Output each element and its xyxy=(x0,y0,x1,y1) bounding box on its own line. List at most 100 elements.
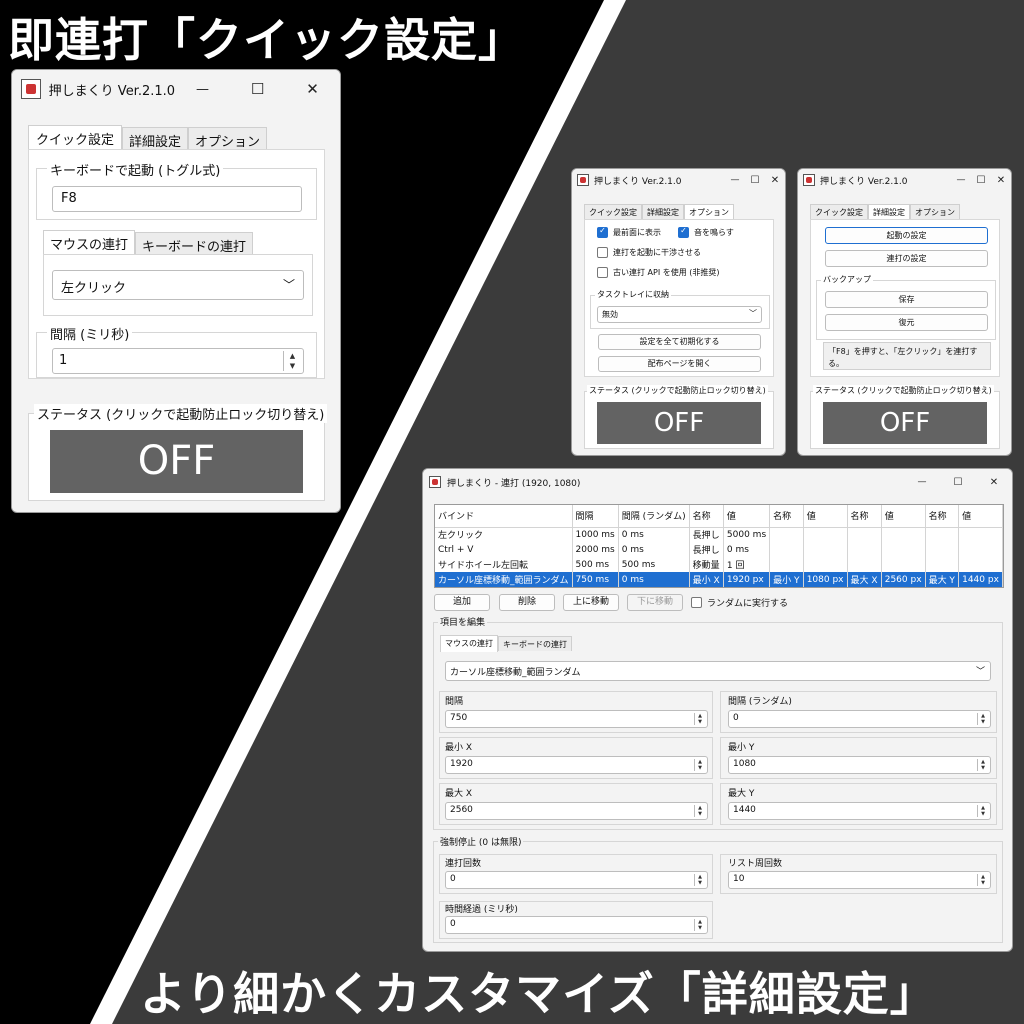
launch-settings-button[interactable]: 起動の設定 xyxy=(825,227,988,244)
tab-detail[interactable]: 詳細設定 xyxy=(122,127,189,150)
tab-options[interactable]: オプション xyxy=(684,204,734,220)
random-exec-box[interactable] xyxy=(691,597,702,608)
minimize-icon[interactable]: — xyxy=(725,175,745,185)
elapsed-stepper[interactable]: 0 ▲ ▼ xyxy=(445,916,708,934)
minimize-icon[interactable]: — xyxy=(951,175,971,185)
status-toggle[interactable]: OFF xyxy=(50,430,303,493)
delete-button[interactable]: 削除 xyxy=(499,594,555,611)
title-bar[interactable]: 押しまくり Ver.2.1.0 — ☐ ✕ xyxy=(572,169,785,191)
subtab-mouse[interactable]: マウスの連打 xyxy=(440,635,498,652)
tray-select[interactable]: 無効 ﹀ xyxy=(597,306,762,323)
save-button[interactable]: 保存 xyxy=(825,291,988,308)
random-exec-checkbox[interactable]: ランダムに実行する xyxy=(691,596,788,609)
tab-detail[interactable]: 詳細設定 xyxy=(642,204,684,219)
column-header[interactable]: 間隔 (ランダム) xyxy=(618,505,690,528)
elapsed-spin[interactable]: ▲ ▼ xyxy=(694,919,705,931)
title-bar[interactable]: 押しまくり - 連打 (1920, 1080) — ☐ ✕ xyxy=(423,469,1012,495)
tab-detail[interactable]: 詳細設定 xyxy=(868,204,910,220)
minimize-icon[interactable]: — xyxy=(904,477,940,487)
hotkey-input[interactable]: F8 xyxy=(52,186,302,212)
interval-random-stepper[interactable]: 0 ▲ ▼ xyxy=(728,710,991,728)
spin-down-icon[interactable]: ▼ xyxy=(695,811,705,817)
column-header[interactable]: 名称 xyxy=(925,505,960,528)
click-type-select[interactable]: 左クリック ﹀ xyxy=(52,270,304,300)
spin-down-icon[interactable]: ▼ xyxy=(695,925,705,931)
restore-button[interactable]: 復元 xyxy=(825,314,988,331)
rapid-list-table[interactable]: バインド 間隔 間隔 (ランダム) 名称 値 名称 値 名称 値 名称 値 左ク… xyxy=(434,504,1004,588)
subtab-mouse[interactable]: マウスの連打 xyxy=(43,230,136,255)
column-header[interactable]: 名称 xyxy=(769,505,804,528)
loop-spin[interactable]: ▲ ▼ xyxy=(977,874,988,886)
tab-quick[interactable]: クイック設定 xyxy=(28,125,123,150)
close-icon[interactable]: ✕ xyxy=(976,477,1012,488)
max-x-spin[interactable]: ▲ ▼ xyxy=(694,805,705,817)
column-header[interactable]: 値 xyxy=(958,505,1003,528)
table-row[interactable]: サイドホイール左回転 500 ms 500 ms 移動量 1 回 xyxy=(435,557,1003,572)
interval-stepper[interactable]: 1 ▲ ▼ xyxy=(52,348,304,374)
maximize-icon[interactable]: ☐ xyxy=(230,80,285,98)
status-toggle[interactable]: OFF xyxy=(823,402,987,444)
count-stepper[interactable]: 0 ▲ ▼ xyxy=(445,871,708,889)
interfere-box[interactable] xyxy=(597,247,608,258)
table-row[interactable]: Ctrl + V 2000 ms 0 ms 長押し 0 ms xyxy=(435,542,1003,557)
open-page-button[interactable]: 配布ページを開く xyxy=(598,356,761,372)
subtab-keyboard[interactable]: キーボードの連打 xyxy=(135,232,254,255)
action-select[interactable]: カーソル座標移動_範囲ランダム ﹀ xyxy=(445,661,991,681)
topmost-checkbox[interactable]: 最前面に表示 xyxy=(597,226,661,238)
max-y-spin[interactable]: ▲ ▼ xyxy=(977,805,988,817)
old-api-box[interactable] xyxy=(597,267,608,278)
spin-down-icon[interactable]: ▼ xyxy=(284,361,301,371)
max-x-stepper[interactable]: 2560 ▲ ▼ xyxy=(445,802,708,820)
min-x-spin[interactable]: ▲ ▼ xyxy=(694,759,705,771)
spin-down-icon[interactable]: ▼ xyxy=(695,719,705,725)
tab-options[interactable]: オプション xyxy=(910,204,960,219)
move-up-button[interactable]: 上に移動 xyxy=(563,594,619,611)
close-icon[interactable]: ✕ xyxy=(285,80,340,98)
max-y-stepper[interactable]: 1440 ▲ ▼ xyxy=(728,802,991,820)
table-row[interactable]: 左クリック 1000 ms 0 ms 長押し 5000 ms xyxy=(435,527,1003,542)
move-down-button[interactable]: 下に移動 xyxy=(627,594,683,611)
column-header[interactable]: 間隔 xyxy=(572,505,619,528)
interfere-checkbox[interactable]: 連打を起動に干渉させる xyxy=(597,247,701,258)
spin-down-icon[interactable]: ▼ xyxy=(695,880,705,886)
old-api-checkbox[interactable]: 古い連打 API を使用 (非推奨) xyxy=(597,267,720,278)
topmost-box[interactable] xyxy=(597,226,608,238)
close-icon[interactable]: ✕ xyxy=(765,175,785,186)
minimize-icon[interactable]: — xyxy=(175,82,230,97)
min-y-spin[interactable]: ▲ ▼ xyxy=(977,759,988,771)
subtab-keyboard[interactable]: キーボードの連打 xyxy=(498,636,572,651)
title-bar[interactable]: 押しまくり Ver.2.1.0 — ☐ ✕ xyxy=(798,169,1011,191)
interval-stepper[interactable]: 750 ▲ ▼ xyxy=(445,710,708,728)
maximize-icon[interactable]: ☐ xyxy=(940,477,976,488)
interval-spin[interactable]: ▲ ▼ xyxy=(283,351,301,371)
column-header[interactable]: 値 xyxy=(723,505,771,528)
tab-quick[interactable]: クイック設定 xyxy=(584,204,642,219)
spin-down-icon[interactable]: ▼ xyxy=(978,811,988,817)
rapid-settings-button[interactable]: 連打の設定 xyxy=(825,250,988,267)
column-header[interactable]: 名称 xyxy=(847,505,882,528)
sound-checkbox[interactable]: 音を鳴らす xyxy=(678,226,734,238)
column-header[interactable]: 値 xyxy=(881,505,926,528)
table-row-selected[interactable]: カーソル座標移動_範囲ランダム 750 ms 0 ms 最小 X 1920 px… xyxy=(435,572,1003,587)
add-button[interactable]: 追加 xyxy=(434,594,490,611)
title-bar[interactable]: 押しまくり Ver.2.1.0 — ☐ ✕ xyxy=(12,70,340,108)
count-spin[interactable]: ▲ ▼ xyxy=(694,874,705,886)
close-icon[interactable]: ✕ xyxy=(991,175,1011,186)
sound-box[interactable] xyxy=(678,226,689,238)
reset-settings-button[interactable]: 設定を全て初期化する xyxy=(598,334,761,350)
loop-stepper[interactable]: 10 ▲ ▼ xyxy=(728,871,991,889)
interval-spin[interactable]: ▲ ▼ xyxy=(694,713,705,725)
tab-quick[interactable]: クイック設定 xyxy=(810,204,868,219)
column-header[interactable]: 値 xyxy=(803,505,848,528)
spin-down-icon[interactable]: ▼ xyxy=(978,765,988,771)
min-y-stepper[interactable]: 1080 ▲ ▼ xyxy=(728,756,991,774)
spin-up-icon[interactable]: ▲ xyxy=(284,351,301,361)
column-header[interactable]: バインド xyxy=(435,505,573,528)
maximize-icon[interactable]: ☐ xyxy=(745,175,765,186)
spin-down-icon[interactable]: ▼ xyxy=(978,880,988,886)
tab-options[interactable]: オプション xyxy=(188,127,268,150)
interval-random-spin[interactable]: ▲ ▼ xyxy=(977,713,988,725)
maximize-icon[interactable]: ☐ xyxy=(971,175,991,186)
status-toggle[interactable]: OFF xyxy=(597,402,761,444)
column-header[interactable]: 名称 xyxy=(689,505,724,528)
